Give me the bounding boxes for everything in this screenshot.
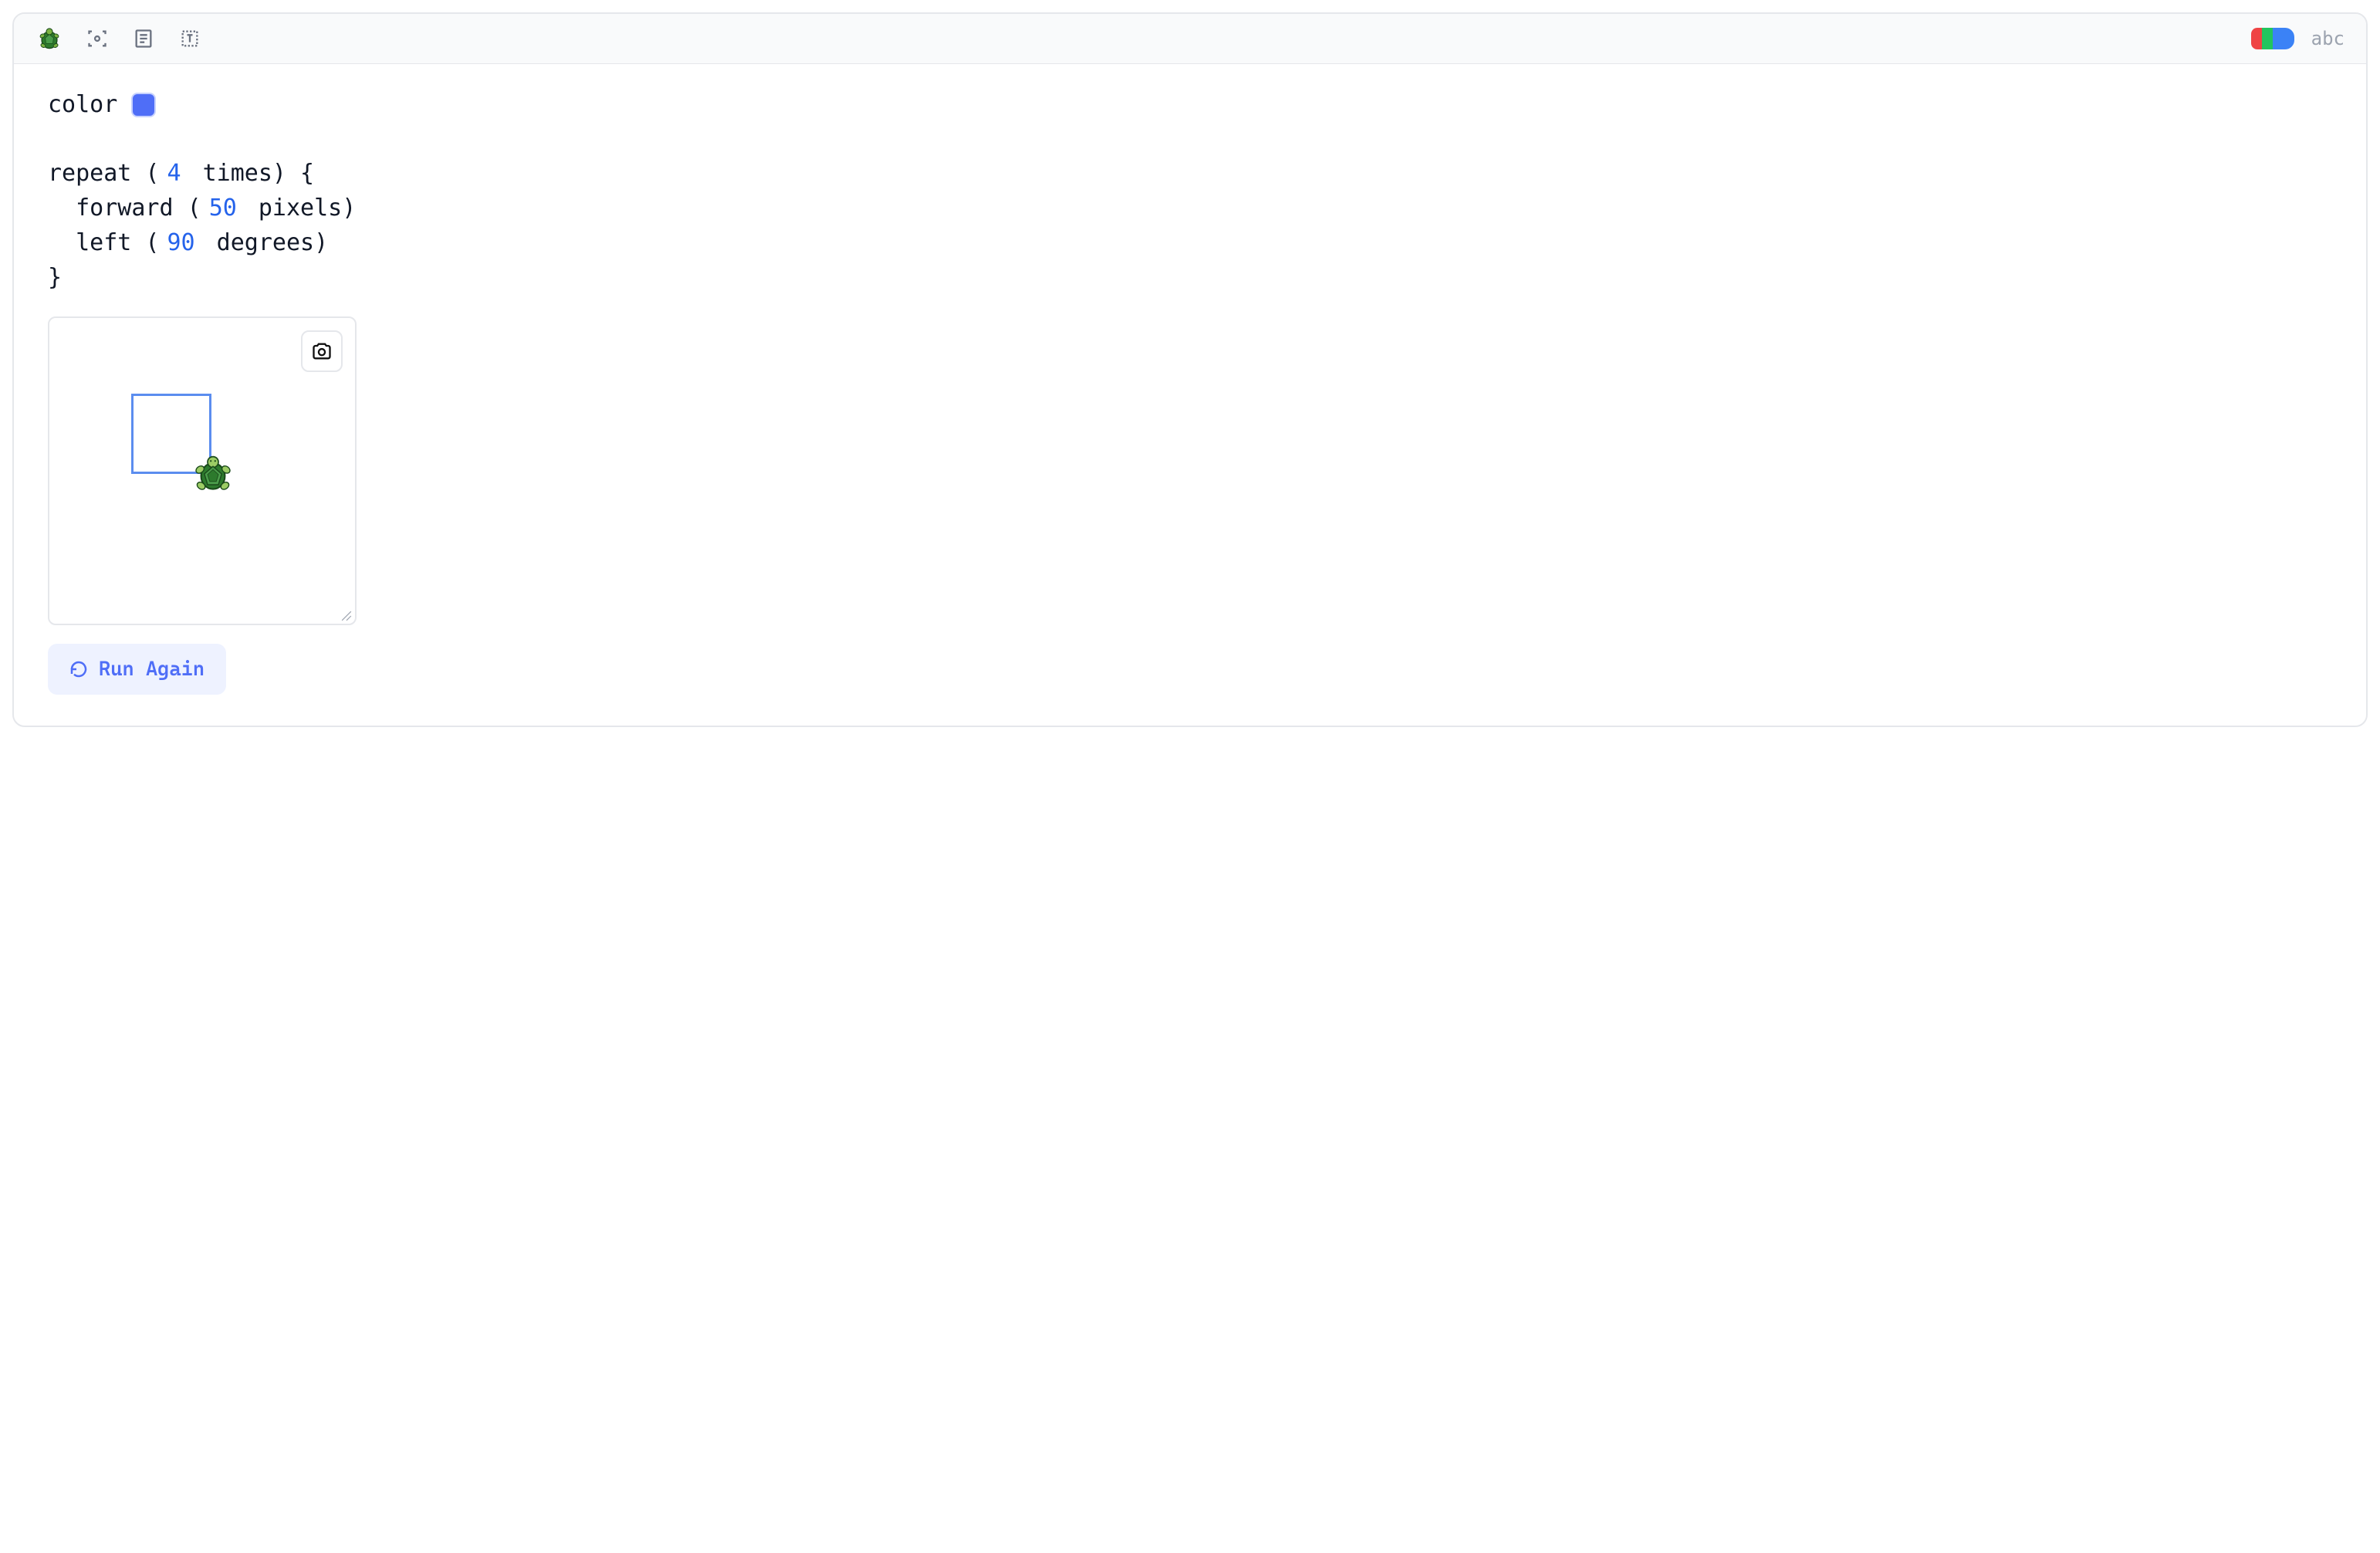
run-again-button[interactable]: Run Again bbox=[48, 644, 226, 695]
abc-toggle[interactable]: abc bbox=[2311, 28, 2345, 49]
refresh-icon bbox=[69, 660, 88, 678]
code-line-color: color bbox=[48, 87, 2332, 122]
turtle-cursor-icon bbox=[191, 452, 235, 496]
chip-blue bbox=[2273, 28, 2294, 49]
blank-line bbox=[48, 122, 2332, 156]
output-canvas[interactable] bbox=[48, 316, 357, 625]
toolbar-right: abc bbox=[2251, 28, 2345, 49]
run-button-label: Run Again bbox=[99, 658, 205, 681]
color-keyword: color bbox=[48, 87, 117, 122]
code-line-repeat: repeat (4 times) { bbox=[48, 156, 2332, 191]
camera-icon bbox=[311, 340, 333, 362]
turtle-icon[interactable] bbox=[35, 25, 63, 52]
text-select-icon[interactable] bbox=[177, 26, 202, 51]
code-line-forward: forward (50 pixels) bbox=[48, 191, 2332, 225]
screenshot-button[interactable] bbox=[301, 330, 343, 372]
code-line-close: } bbox=[48, 260, 2332, 295]
color-swatch[interactable] bbox=[131, 93, 156, 117]
code-line-left: left (90 degrees) bbox=[48, 225, 2332, 260]
toolbar: abc bbox=[14, 14, 2366, 64]
editor-panel: abc color repeat (4 times) { forward (50… bbox=[12, 12, 2368, 727]
scan-icon[interactable] bbox=[85, 26, 110, 51]
document-icon[interactable] bbox=[131, 26, 156, 51]
content-area: color repeat (4 times) { forward (50 pix… bbox=[14, 64, 2366, 726]
resize-handle-icon[interactable] bbox=[341, 610, 352, 621]
toolbar-left bbox=[35, 25, 202, 52]
code-editor[interactable]: color repeat (4 times) { forward (50 pix… bbox=[48, 87, 2332, 295]
color-palette-icon[interactable] bbox=[2251, 28, 2294, 49]
